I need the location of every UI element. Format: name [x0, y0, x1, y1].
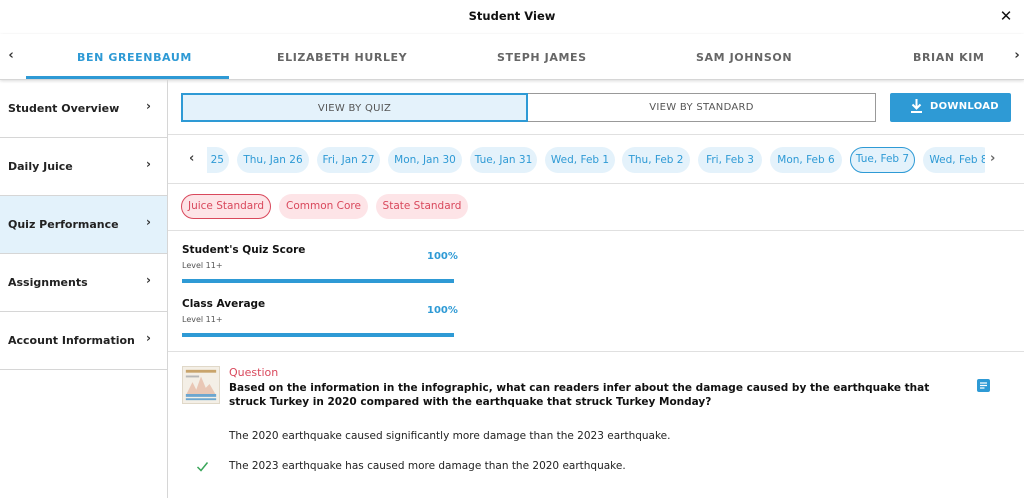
- date-pill[interactable]: Fri, Feb 3: [698, 147, 762, 173]
- close-icon[interactable]: ✕: [998, 6, 1014, 26]
- standard-pill-juice-standard[interactable]: Juice Standard: [181, 194, 271, 219]
- score-bar: [182, 333, 454, 337]
- chevron-right-icon: ›: [146, 215, 151, 229]
- main-content: VIEW BY QUIZ VIEW BY STANDARD DOWNLOAD ‹…: [168, 80, 1024, 498]
- student-tab-ben-greenbaum[interactable]: BEN GREENBAUM: [77, 51, 192, 64]
- sidebar-item-label: Student Overview: [8, 102, 120, 115]
- sidebar-item-account-information[interactable]: Account Information ›: [0, 312, 167, 370]
- sidebar-item-label: Assignments: [8, 276, 88, 289]
- score-bar-fill: [182, 279, 454, 283]
- chevron-right-icon: ›: [146, 157, 151, 171]
- score-level: Level 11+: [182, 315, 223, 324]
- chevron-right-icon: ›: [146, 99, 151, 113]
- score-percent: 100%: [427, 251, 458, 262]
- date-pill-selected[interactable]: Tue, Feb 7: [850, 147, 915, 173]
- score-bar: [182, 279, 454, 283]
- student-quiz-score: Student's Quiz Score Level 11+ 100%: [182, 244, 458, 288]
- standard-pill-state-standard[interactable]: State Standard: [376, 194, 468, 219]
- view-by-standard-button[interactable]: VIEW BY STANDARD: [528, 93, 876, 122]
- sidebar-item-label: Account Information: [8, 334, 135, 347]
- date-pill[interactable]: Wed, Feb 8: [923, 147, 985, 173]
- chevron-right-icon: ›: [146, 273, 151, 287]
- view-toggle: VIEW BY QUIZ VIEW BY STANDARD: [181, 93, 876, 122]
- chevron-right-icon: ›: [146, 331, 151, 345]
- sidebar-item-quiz-performance[interactable]: Quiz Performance ›: [0, 196, 167, 254]
- divider: [168, 230, 1024, 231]
- infographic-thumbnail[interactable]: [182, 366, 220, 404]
- date-list: 25 Thu, Jan 26 Fri, Jan 27 Mon, Jan 30 T…: [207, 146, 985, 174]
- student-tab-elizabeth-hurley[interactable]: ELIZABETH HURLEY: [277, 51, 407, 64]
- date-pill[interactable]: Wed, Feb 1: [545, 147, 615, 173]
- score-bar-fill: [182, 333, 454, 337]
- sidebar-item-student-overview[interactable]: Student Overview ›: [0, 80, 167, 138]
- date-pill[interactable]: Mon, Jan 30: [388, 147, 462, 173]
- date-pill[interactable]: Fri, Jan 27: [317, 147, 380, 173]
- student-tabs: ‹ BEN GREENBAUM ELIZABETH HURLEY STEPH J…: [0, 34, 1024, 80]
- question-label: Question: [229, 366, 279, 379]
- answer-option: The 2020 earthquake caused significantly…: [229, 430, 671, 442]
- chevron-left-icon[interactable]: ‹: [4, 48, 18, 63]
- date-pill[interactable]: 25: [207, 147, 229, 173]
- date-pill[interactable]: Mon, Feb 6: [770, 147, 842, 173]
- divider: [168, 134, 1024, 135]
- chevron-right-icon[interactable]: ›: [990, 151, 995, 166]
- sidebar-item-assignments[interactable]: Assignments ›: [0, 254, 167, 312]
- divider: [168, 183, 1024, 184]
- active-tab-indicator: [26, 76, 229, 79]
- class-average-score: Class Average Level 11+ 100%: [182, 298, 458, 342]
- document-icon[interactable]: [977, 379, 990, 392]
- date-pill[interactable]: Tue, Jan 31: [470, 147, 537, 173]
- window-title: Student View: [468, 9, 556, 23]
- view-by-quiz-button[interactable]: VIEW BY QUIZ: [181, 93, 528, 122]
- date-pill[interactable]: Thu, Feb 2: [622, 147, 690, 173]
- date-selector: ‹ 25 Thu, Jan 26 Fri, Jan 27 Mon, Jan 30…: [168, 146, 1024, 174]
- date-pill[interactable]: Thu, Jan 26: [237, 147, 309, 173]
- download-label: DOWNLOAD: [930, 101, 999, 112]
- sidebar-item-label: Daily Juice: [8, 160, 73, 173]
- student-tab-steph-james[interactable]: STEPH JAMES: [497, 51, 587, 64]
- download-icon: [911, 99, 922, 113]
- sidebar: Student Overview › Daily Juice › Quiz Pe…: [0, 80, 168, 498]
- sidebar-item-label: Quiz Performance: [8, 218, 119, 231]
- window-title-bar: Student View ✕: [0, 0, 1024, 34]
- sidebar-item-daily-juice[interactable]: Daily Juice ›: [0, 138, 167, 196]
- standard-pill-common-core[interactable]: Common Core: [279, 194, 368, 219]
- score-level: Level 11+: [182, 261, 223, 270]
- download-button[interactable]: DOWNLOAD: [890, 93, 1011, 122]
- student-tab-sam-johnson[interactable]: SAM JOHNSON: [696, 51, 792, 64]
- answer-option-correct: The 2023 earthquake has caused more dama…: [229, 460, 626, 472]
- chevron-right-icon[interactable]: ›: [1010, 48, 1024, 63]
- divider: [168, 351, 1024, 352]
- score-percent: 100%: [427, 305, 458, 316]
- checkmark-icon: [196, 462, 209, 472]
- chevron-left-icon[interactable]: ‹: [189, 151, 194, 166]
- score-name: Class Average: [182, 298, 266, 310]
- question-text: Based on the information in the infograp…: [229, 382, 930, 408]
- score-name: Student's Quiz Score: [182, 244, 306, 256]
- student-tab-brian-kim[interactable]: BRIAN KIM: [913, 51, 984, 64]
